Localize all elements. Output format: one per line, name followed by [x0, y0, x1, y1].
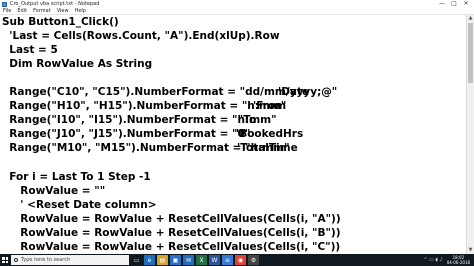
menu-bar: File Edit Format View Help: [0, 8, 474, 15]
system-tray: ⌃ ▭ ◖ ♪ 18:02 04-06-2018: [423, 254, 470, 266]
code-comment: 'BookedHrs: [236, 128, 304, 141]
windows-logo-icon: [2, 257, 8, 263]
code-comment: 'From: [253, 100, 287, 113]
window-controls: — □ ✕: [436, 0, 472, 8]
taskbar: Type here to search ▭ e ▤ ▣ ✉ X W ≡ ◉ ⚙ ⌃ ▭ ◖ ♪ 1…: [0, 254, 474, 266]
search-placeholder: Type here to search: [21, 257, 71, 263]
close-button[interactable]: ✕: [460, 0, 472, 8]
clock-date: 04-06-2018: [446, 260, 470, 265]
menu-format[interactable]: Format: [30, 8, 54, 14]
window-title: Cro_Output vba script.txt - Notepad: [10, 1, 100, 7]
settings-icon[interactable]: ⚙: [248, 255, 259, 265]
tray-icons[interactable]: ⌃ ▭ ◖ ♪: [423, 257, 443, 263]
menu-view[interactable]: View: [54, 8, 72, 14]
notepad-icon[interactable]: ≡: [222, 255, 233, 265]
title-bar: Cro_Output vba script.txt - Notepad — □ …: [0, 0, 474, 8]
vertical-scrollbar[interactable]: ▲ ▼: [466, 15, 474, 254]
chrome-icon[interactable]: ◉: [235, 255, 246, 265]
text-editor-area[interactable]: Sub Button1_Click() 'Last = Cells(Rows.C…: [0, 15, 466, 254]
code-comment: 'To: [240, 114, 257, 127]
file-explorer-icon[interactable]: ▤: [157, 255, 168, 265]
scroll-down-arrow-icon[interactable]: ▼: [467, 247, 474, 254]
code-line: Dim RowValue As String: [2, 58, 153, 71]
start-button[interactable]: [0, 254, 10, 266]
search-icon: [14, 258, 18, 262]
code-line: ' <Reset Date column>: [2, 198, 157, 211]
code-line: Last = 5: [2, 44, 58, 57]
code-comment: 'TotalTime: [237, 142, 298, 155]
edge-icon[interactable]: e: [144, 255, 155, 265]
mail-icon[interactable]: ✉: [183, 255, 194, 265]
code-line: For i = Last To 1 Step -1: [2, 170, 151, 183]
code-line: RowValue = "": [2, 184, 106, 197]
scrollbar-thumb[interactable]: [468, 23, 473, 83]
notepad-app-icon: [2, 1, 7, 7]
code-line: Range("J10", "J15").NumberFormat = "0": [2, 128, 251, 141]
code-line: 'Last = Cells(Rows.Count, "A").End(xlUp)…: [2, 30, 280, 43]
excel-icon[interactable]: X: [196, 255, 207, 265]
word-icon[interactable]: W: [209, 255, 220, 265]
menu-help[interactable]: Help: [72, 8, 89, 14]
code-line: Range("H10", "H15").NumberFormat = "h:mm…: [2, 100, 287, 113]
code-line: Sub Button1_Click(): [2, 16, 119, 28]
menu-edit[interactable]: Edit: [14, 8, 30, 14]
clock[interactable]: 18:02 04-06-2018: [447, 255, 470, 265]
code-comment: 'Date: [278, 86, 310, 99]
minimize-button[interactable]: —: [436, 0, 448, 8]
store-icon[interactable]: ▣: [170, 255, 181, 265]
code-line: RowValue = RowValue + ResetCellValues(Ce…: [2, 226, 341, 239]
scroll-up-arrow-icon[interactable]: ▲: [467, 15, 474, 22]
code-line: Range("I10", "I15").NumberFormat = "h:mm…: [2, 114, 277, 127]
task-view-icon[interactable]: ▭: [131, 255, 142, 265]
taskbar-apps: ▭ e ▤ ▣ ✉ X W ≡ ◉ ⚙: [129, 255, 259, 265]
maximize-button[interactable]: □: [448, 0, 460, 8]
code-line: RowValue = RowValue + ResetCellValues(Ce…: [2, 240, 341, 253]
code-line: RowValue = RowValue + ResetCellValues(Ce…: [2, 212, 341, 225]
menu-file[interactable]: File: [0, 8, 14, 14]
taskbar-search-box[interactable]: Type here to search: [11, 255, 129, 265]
